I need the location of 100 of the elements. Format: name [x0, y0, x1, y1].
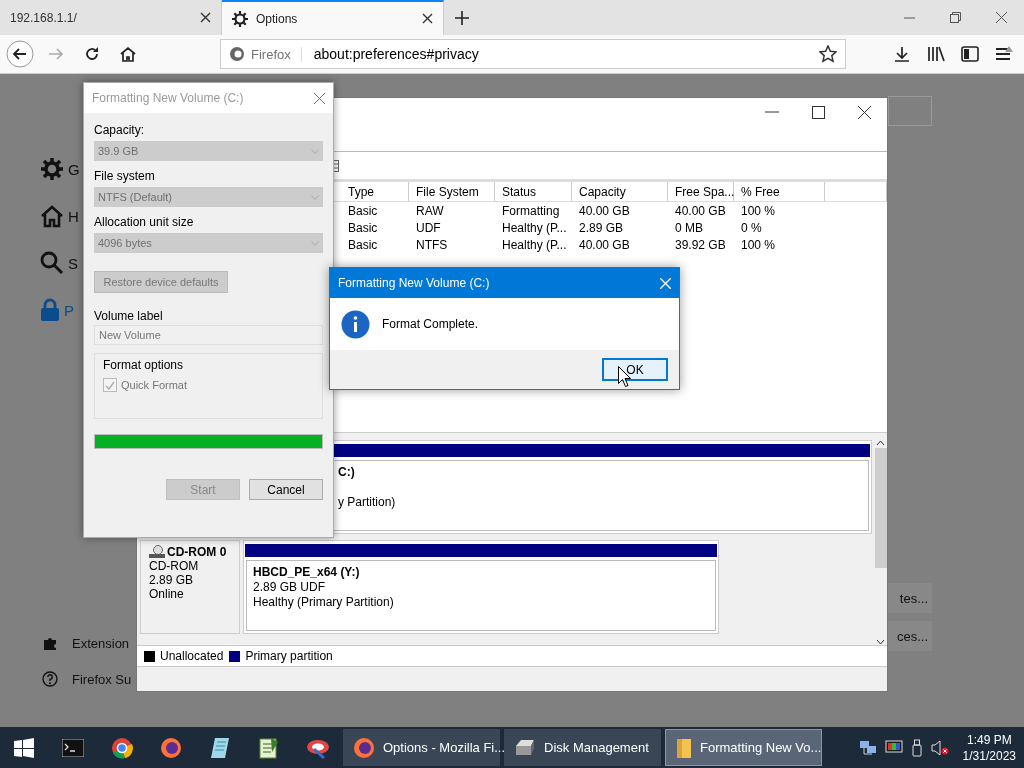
disk-status: Online	[149, 587, 185, 601]
disc-drive-icon	[149, 545, 165, 559]
terminal-icon[interactable]	[61, 738, 84, 757]
scrollbar[interactable]	[874, 440, 887, 645]
column-header[interactable]: Status	[495, 182, 572, 201]
puzzle-icon	[42, 635, 58, 651]
search-field[interactable]	[888, 96, 932, 126]
maximize-icon[interactable]	[811, 105, 825, 119]
column-header[interactable]: File System	[409, 182, 495, 201]
table-cell: 40.00 GB	[579, 237, 630, 252]
preferences-button[interactable]: ces...	[888, 621, 932, 651]
checkbox[interactable]	[103, 378, 117, 392]
partition-title: HBCD_PE_x64 (Y:)	[253, 565, 361, 580]
star-icon[interactable]	[819, 45, 837, 63]
column-header[interactable]: % Free	[734, 182, 825, 201]
chevron-down-icon	[311, 148, 319, 154]
menu-icon[interactable]	[995, 46, 1013, 62]
usb-drive-icon[interactable]	[910, 738, 923, 757]
partition-status: y Partition)	[338, 495, 397, 510]
close-icon[interactable]	[422, 13, 433, 24]
list-icon[interactable]	[332, 159, 339, 172]
table-cell: 100 %	[741, 203, 776, 218]
back-icon[interactable]	[6, 40, 34, 68]
field-label: File system	[94, 169, 156, 183]
chevron-up-icon	[876, 440, 885, 446]
chevron-down-icon	[311, 240, 319, 246]
reload-icon[interactable]	[84, 46, 100, 62]
column-header[interactable]: Type	[341, 182, 409, 201]
table-cell: 40.00 GB	[579, 203, 630, 218]
restore-icon[interactable]	[949, 12, 961, 23]
column-header[interactable]: Free Spa...	[668, 182, 734, 201]
category-label[interactable]: G	[68, 160, 80, 178]
footer-link[interactable]: Firefox Su	[72, 671, 132, 687]
table-cell: Healthy (P...	[502, 220, 567, 235]
firefox-icon	[229, 46, 245, 62]
speaker-muted-icon[interactable]	[930, 739, 949, 756]
legend-label: Unallocated	[160, 649, 224, 663]
partition-title: C:)	[338, 465, 356, 480]
notepad-icon[interactable]	[209, 736, 230, 759]
search-icon	[40, 251, 64, 275]
download-icon[interactable]	[894, 46, 910, 62]
group-title: Format options	[103, 358, 185, 372]
close-icon[interactable]	[995, 12, 1007, 23]
disk-type: CD-ROM	[149, 559, 200, 573]
table-cell: Basic	[348, 203, 378, 218]
disk-drive-icon	[514, 737, 536, 758]
close-icon[interactable]	[857, 105, 871, 119]
home-icon[interactable]	[120, 46, 136, 62]
field-label: Capacity:	[94, 123, 146, 137]
category-label[interactable]: S	[68, 254, 78, 272]
address-bar[interactable]: Firefox about:preferences#privacy	[220, 39, 846, 69]
display-icon[interactable]	[884, 739, 903, 756]
browser-tab[interactable]: Options	[222, 0, 444, 35]
footer-link[interactable]: Extension	[72, 635, 130, 651]
checkbox-label: Quick Format	[121, 379, 187, 391]
taskbar-button[interactable]: Formatting New Vo...	[665, 729, 822, 766]
dialog-title: Formatting New Volume (C:)	[92, 91, 244, 105]
table-cell: Basic	[348, 237, 378, 252]
table-cell: RAW	[416, 203, 444, 218]
chrome-icon[interactable]	[110, 736, 133, 759]
network-icon[interactable]	[858, 739, 877, 756]
category-label[interactable]: H	[68, 207, 79, 225]
clock-time[interactable]: 1:49 PM	[966, 731, 1012, 748]
plus-icon[interactable]	[455, 10, 469, 25]
identity-label: Firefox	[251, 46, 302, 62]
sidebar-icon[interactable]	[961, 46, 979, 62]
partition-status: Healthy (Primary Partition)	[253, 595, 395, 610]
library-icon[interactable]	[927, 46, 945, 62]
document-icon[interactable]	[258, 736, 279, 759]
column-header[interactable]: Capacity	[572, 182, 668, 201]
disk-size: 2.89 GB	[149, 573, 195, 587]
table-cell: 100 %	[741, 237, 776, 252]
firefox-icon[interactable]	[159, 736, 182, 759]
table-cell: Formatting	[502, 203, 560, 218]
gear-icon	[40, 157, 64, 181]
ok-button[interactable]: OK	[602, 358, 668, 381]
table-cell: 2.89 GB	[579, 220, 624, 235]
table-cell: 39.92 GB	[675, 237, 726, 252]
partition-detail: 2.89 GB UDF	[253, 580, 327, 595]
partition-block[interactable]: HBCD_PE_x64 (Y:) 2.89 GB UDF Healthy (Primary Partition)	[243, 540, 719, 634]
clock-date[interactable]: 1/31/2023	[962, 747, 1016, 764]
chevron-down-icon	[876, 639, 885, 645]
lock-icon	[40, 298, 60, 322]
windows-start-icon[interactable]	[14, 737, 34, 758]
dialog-title: Formatting New Volume (C:)	[338, 276, 490, 290]
help-icon	[42, 671, 58, 687]
field-label: Allocation unit size	[94, 215, 195, 229]
table-cell: 0 %	[741, 220, 762, 235]
preferences-button[interactable]: tes...	[888, 583, 932, 613]
firefox-icon	[353, 736, 375, 759]
taskbar-button[interactable]: Disk Management	[504, 729, 661, 766]
legend-label: Primary partition	[245, 649, 333, 663]
info-icon	[341, 309, 370, 339]
table-cell: UDF	[416, 220, 441, 235]
folder-icon	[676, 736, 692, 759]
table-cell: Basic	[348, 220, 378, 235]
disk-name: CD-ROM 0	[167, 545, 227, 559]
dialog-button[interactable]: Cancel	[249, 479, 323, 500]
message-text: Format Complete.	[382, 317, 479, 331]
close-icon[interactable]	[200, 12, 211, 23]
